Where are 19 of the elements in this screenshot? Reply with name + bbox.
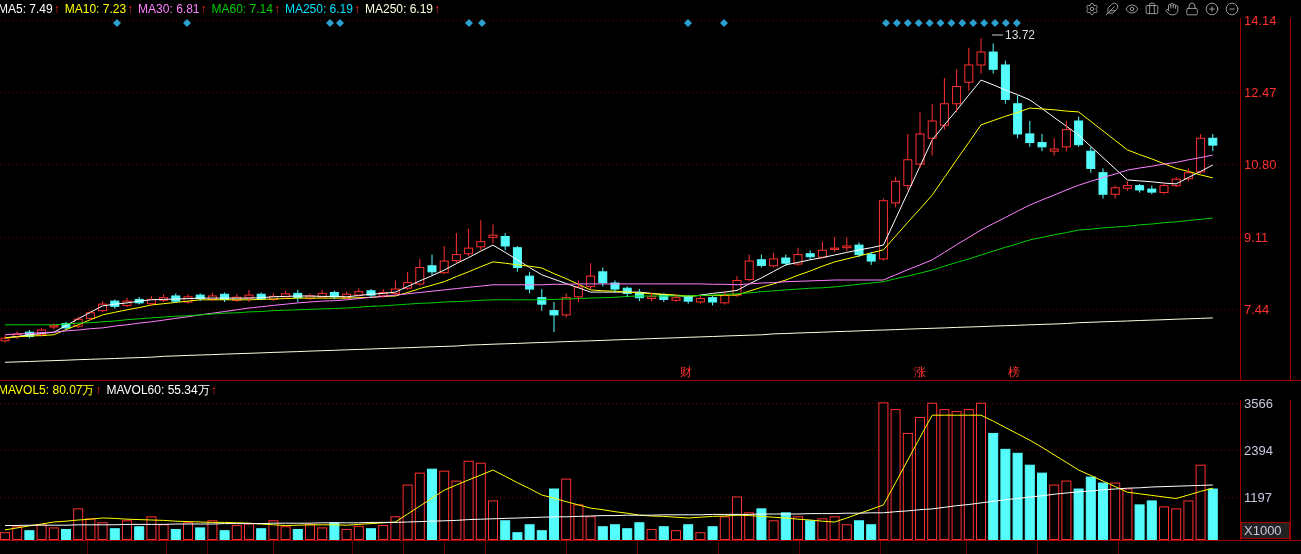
unit-label: X1000 xyxy=(1241,522,1290,540)
axis-label: 1197 xyxy=(1244,490,1272,506)
axis-label: 3566 xyxy=(1244,396,1273,412)
axis-label: 12.47 xyxy=(1244,84,1277,100)
legend-item: MA60: 7.14↑ xyxy=(211,1,280,16)
axis-label: 9.11 xyxy=(1244,229,1269,245)
event-marker: 财 xyxy=(680,364,692,379)
legend-item: MA250: 6.19↑ xyxy=(284,1,360,16)
high-price-label: 13.72 xyxy=(991,27,1036,42)
legend-item: MA250: 6.19↑ xyxy=(364,1,440,16)
axis-label: 10.80 xyxy=(1244,156,1277,172)
event-marker: 榜 xyxy=(1008,364,1020,379)
legend-item: MA10: 7.23↑ xyxy=(64,1,134,16)
axis-label: 2394 xyxy=(1244,442,1273,458)
axis-label: 7.44 xyxy=(1244,301,1270,317)
legend-item: MAVOL60: 55.34万↑ xyxy=(106,381,217,399)
axis-label: 14.14 xyxy=(1244,12,1277,28)
legend-item: MA30: 6.81↑ xyxy=(138,1,207,16)
event-marker: 涨 xyxy=(914,364,926,379)
